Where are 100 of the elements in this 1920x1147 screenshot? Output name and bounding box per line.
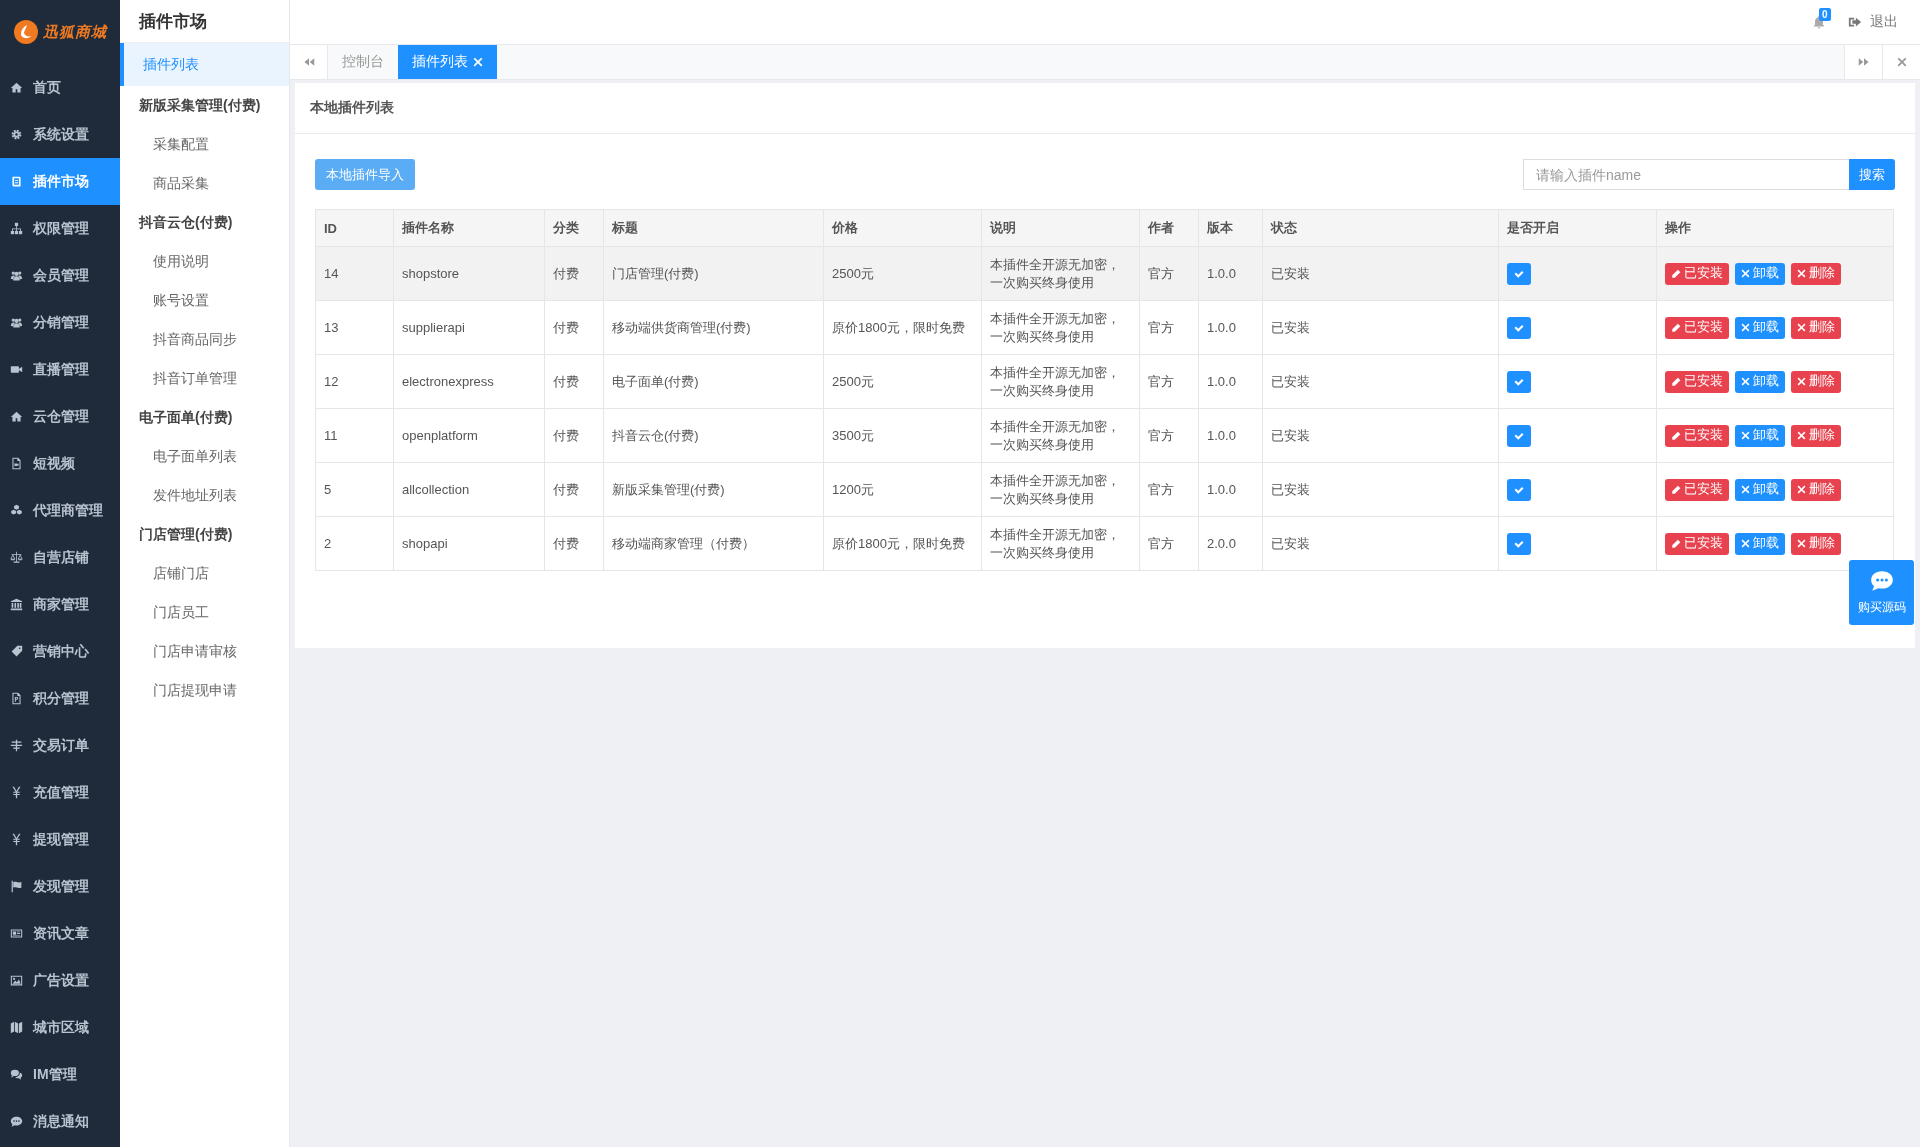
sidebar-item[interactable]: IM管理 bbox=[0, 1051, 120, 1098]
sidebar-item[interactable]: 城市区域 bbox=[0, 1004, 120, 1051]
table-cell: 本插件全开源无加密，一次购买终身使用 bbox=[981, 246, 1140, 301]
delete-button[interactable]: 删除 bbox=[1791, 316, 1841, 339]
table-cell: 本插件全开源无加密，一次购买终身使用 bbox=[981, 462, 1140, 517]
column-header: 说明 bbox=[981, 209, 1140, 247]
submenu-item[interactable]: 商品采集 bbox=[120, 164, 289, 203]
sidebar-item[interactable]: 积分管理 bbox=[0, 675, 120, 722]
close-icon bbox=[473, 57, 483, 67]
sidebar-item[interactable]: 广告设置 bbox=[0, 957, 120, 1004]
sidebar-item[interactable]: 交易订单 bbox=[0, 722, 120, 769]
enabled-checkbox[interactable] bbox=[1507, 478, 1531, 501]
uninstall-button[interactable]: 卸载 bbox=[1735, 424, 1785, 447]
file-video-icon bbox=[10, 457, 23, 470]
pencil-icon bbox=[1671, 268, 1681, 279]
table-cell: 1.0.0 bbox=[1198, 462, 1263, 517]
submenu-item[interactable]: 抖音商品同步 bbox=[120, 320, 289, 359]
submenu-item[interactable]: 电子面单列表 bbox=[120, 437, 289, 476]
table-cell: openplatform bbox=[393, 408, 545, 463]
sidebar-item[interactable]: 提现管理 bbox=[0, 816, 120, 863]
buy-source-button[interactable]: 购买源码 bbox=[1849, 560, 1914, 625]
sidebar-item[interactable]: 商家管理 bbox=[0, 581, 120, 628]
delete-button[interactable]: 删除 bbox=[1791, 262, 1841, 285]
scroll-right-button[interactable] bbox=[1844, 45, 1882, 79]
submenu-item[interactable]: 账号设置 bbox=[120, 281, 289, 320]
table-cell: 2500元 bbox=[823, 354, 982, 409]
logout-button[interactable]: 退出 bbox=[1848, 13, 1898, 31]
sidebar-item[interactable]: 资讯文章 bbox=[0, 910, 120, 957]
search-button[interactable]: 搜索 bbox=[1849, 159, 1895, 190]
table-cell: 已安装 bbox=[1262, 300, 1499, 355]
table-cell: 官方 bbox=[1139, 354, 1199, 409]
uninstall-button[interactable]: 卸载 bbox=[1735, 532, 1785, 555]
column-header: ID bbox=[315, 209, 394, 247]
uninstall-button[interactable]: 卸载 bbox=[1735, 262, 1785, 285]
uninstall-button[interactable]: 卸载 bbox=[1735, 370, 1785, 393]
table-cell: 本插件全开源无加密，一次购买终身使用 bbox=[981, 354, 1140, 409]
enabled-checkbox[interactable] bbox=[1507, 424, 1531, 447]
installed-button[interactable]: 已安装 bbox=[1665, 316, 1729, 339]
tab[interactable]: 插件列表 bbox=[398, 45, 497, 79]
sidebar-item[interactable]: 充值管理 bbox=[0, 769, 120, 816]
sidebar-item[interactable]: 权限管理 bbox=[0, 205, 120, 252]
column-header: 分类 bbox=[544, 209, 604, 247]
submenu-item[interactable]: 采集配置 bbox=[120, 125, 289, 164]
submenu-item[interactable]: 抖音订单管理 bbox=[120, 359, 289, 398]
scroll-left-button[interactable] bbox=[290, 45, 328, 79]
sidebar-item[interactable]: 代理商管理 bbox=[0, 487, 120, 534]
sidebar-item[interactable]: 自营店铺 bbox=[0, 534, 120, 581]
sidebar-item[interactable]: 首页 bbox=[0, 64, 120, 111]
submenu-item[interactable]: 使用说明 bbox=[120, 242, 289, 281]
fox-logo-icon bbox=[13, 19, 39, 45]
enabled-checkbox[interactable] bbox=[1507, 532, 1531, 555]
sidebar-item[interactable]: 发现管理 bbox=[0, 863, 120, 910]
installed-button[interactable]: 已安装 bbox=[1665, 478, 1729, 501]
close-tabs-button[interactable] bbox=[1882, 45, 1920, 79]
installed-button[interactable]: 已安装 bbox=[1665, 262, 1729, 285]
submenu-item[interactable]: 门店申请审核 bbox=[120, 632, 289, 671]
enabled-checkbox[interactable] bbox=[1507, 316, 1531, 339]
sidebar-item[interactable]: 系统设置 bbox=[0, 111, 120, 158]
table-cell: 2 bbox=[315, 516, 394, 571]
table-cell: allcollection bbox=[393, 462, 545, 517]
table-cell: 14 bbox=[315, 246, 394, 301]
delete-button[interactable]: 删除 bbox=[1791, 532, 1841, 555]
chat-bubble-icon bbox=[10, 1115, 23, 1128]
submenu-item[interactable]: 店铺门店 bbox=[120, 554, 289, 593]
chat-icon bbox=[10, 1068, 23, 1081]
close-icon bbox=[1797, 431, 1806, 440]
sidebar-item[interactable]: 营销中心 bbox=[0, 628, 120, 675]
submenu-item[interactable]: 门店员工 bbox=[120, 593, 289, 632]
column-header: 版本 bbox=[1198, 209, 1263, 247]
delete-button[interactable]: 删除 bbox=[1791, 370, 1841, 393]
sidebar-item[interactable]: 分销管理 bbox=[0, 299, 120, 346]
sidebar-item[interactable]: 插件市场 bbox=[0, 158, 120, 205]
book-icon bbox=[10, 175, 23, 188]
submenu-item[interactable]: 门店提现申请 bbox=[120, 671, 289, 710]
table-cell: 付费 bbox=[544, 300, 604, 355]
submenu-item[interactable]: 发件地址列表 bbox=[120, 476, 289, 515]
uninstall-button[interactable]: 卸载 bbox=[1735, 478, 1785, 501]
search-field[interactable]: 请输入插件name bbox=[1523, 159, 1849, 190]
newspaper-icon bbox=[10, 927, 23, 940]
uninstall-button[interactable]: 卸载 bbox=[1735, 316, 1785, 339]
table-cell: 本插件全开源无加密，一次购买终身使用 bbox=[981, 516, 1140, 571]
table-cell: 官方 bbox=[1139, 408, 1199, 463]
chat-bubble-icon bbox=[1868, 569, 1895, 593]
installed-button[interactable]: 已安装 bbox=[1665, 424, 1729, 447]
sidebar-item[interactable]: 短视频 bbox=[0, 440, 120, 487]
installed-button[interactable]: 已安装 bbox=[1665, 370, 1729, 393]
sidebar-item[interactable]: 云仓管理 bbox=[0, 393, 120, 440]
table-cell: 抖音云仓(付费) bbox=[603, 408, 824, 463]
enabled-checkbox[interactable] bbox=[1507, 262, 1531, 285]
sidebar-item[interactable]: 消息通知 bbox=[0, 1098, 120, 1145]
pencil-icon bbox=[1671, 484, 1681, 495]
delete-button[interactable]: 删除 bbox=[1791, 478, 1841, 501]
submenu-heading: 电子面单(付费) bbox=[138, 407, 234, 427]
installed-button[interactable]: 已安装 bbox=[1665, 532, 1729, 555]
sign-out-icon bbox=[1848, 15, 1862, 29]
sidebar-item[interactable]: 直播管理 bbox=[0, 346, 120, 393]
delete-button[interactable]: 删除 bbox=[1791, 424, 1841, 447]
sidebar-item[interactable]: 会员管理 bbox=[0, 252, 120, 299]
enabled-checkbox[interactable] bbox=[1507, 370, 1531, 393]
table-cell: 12 bbox=[315, 354, 394, 409]
